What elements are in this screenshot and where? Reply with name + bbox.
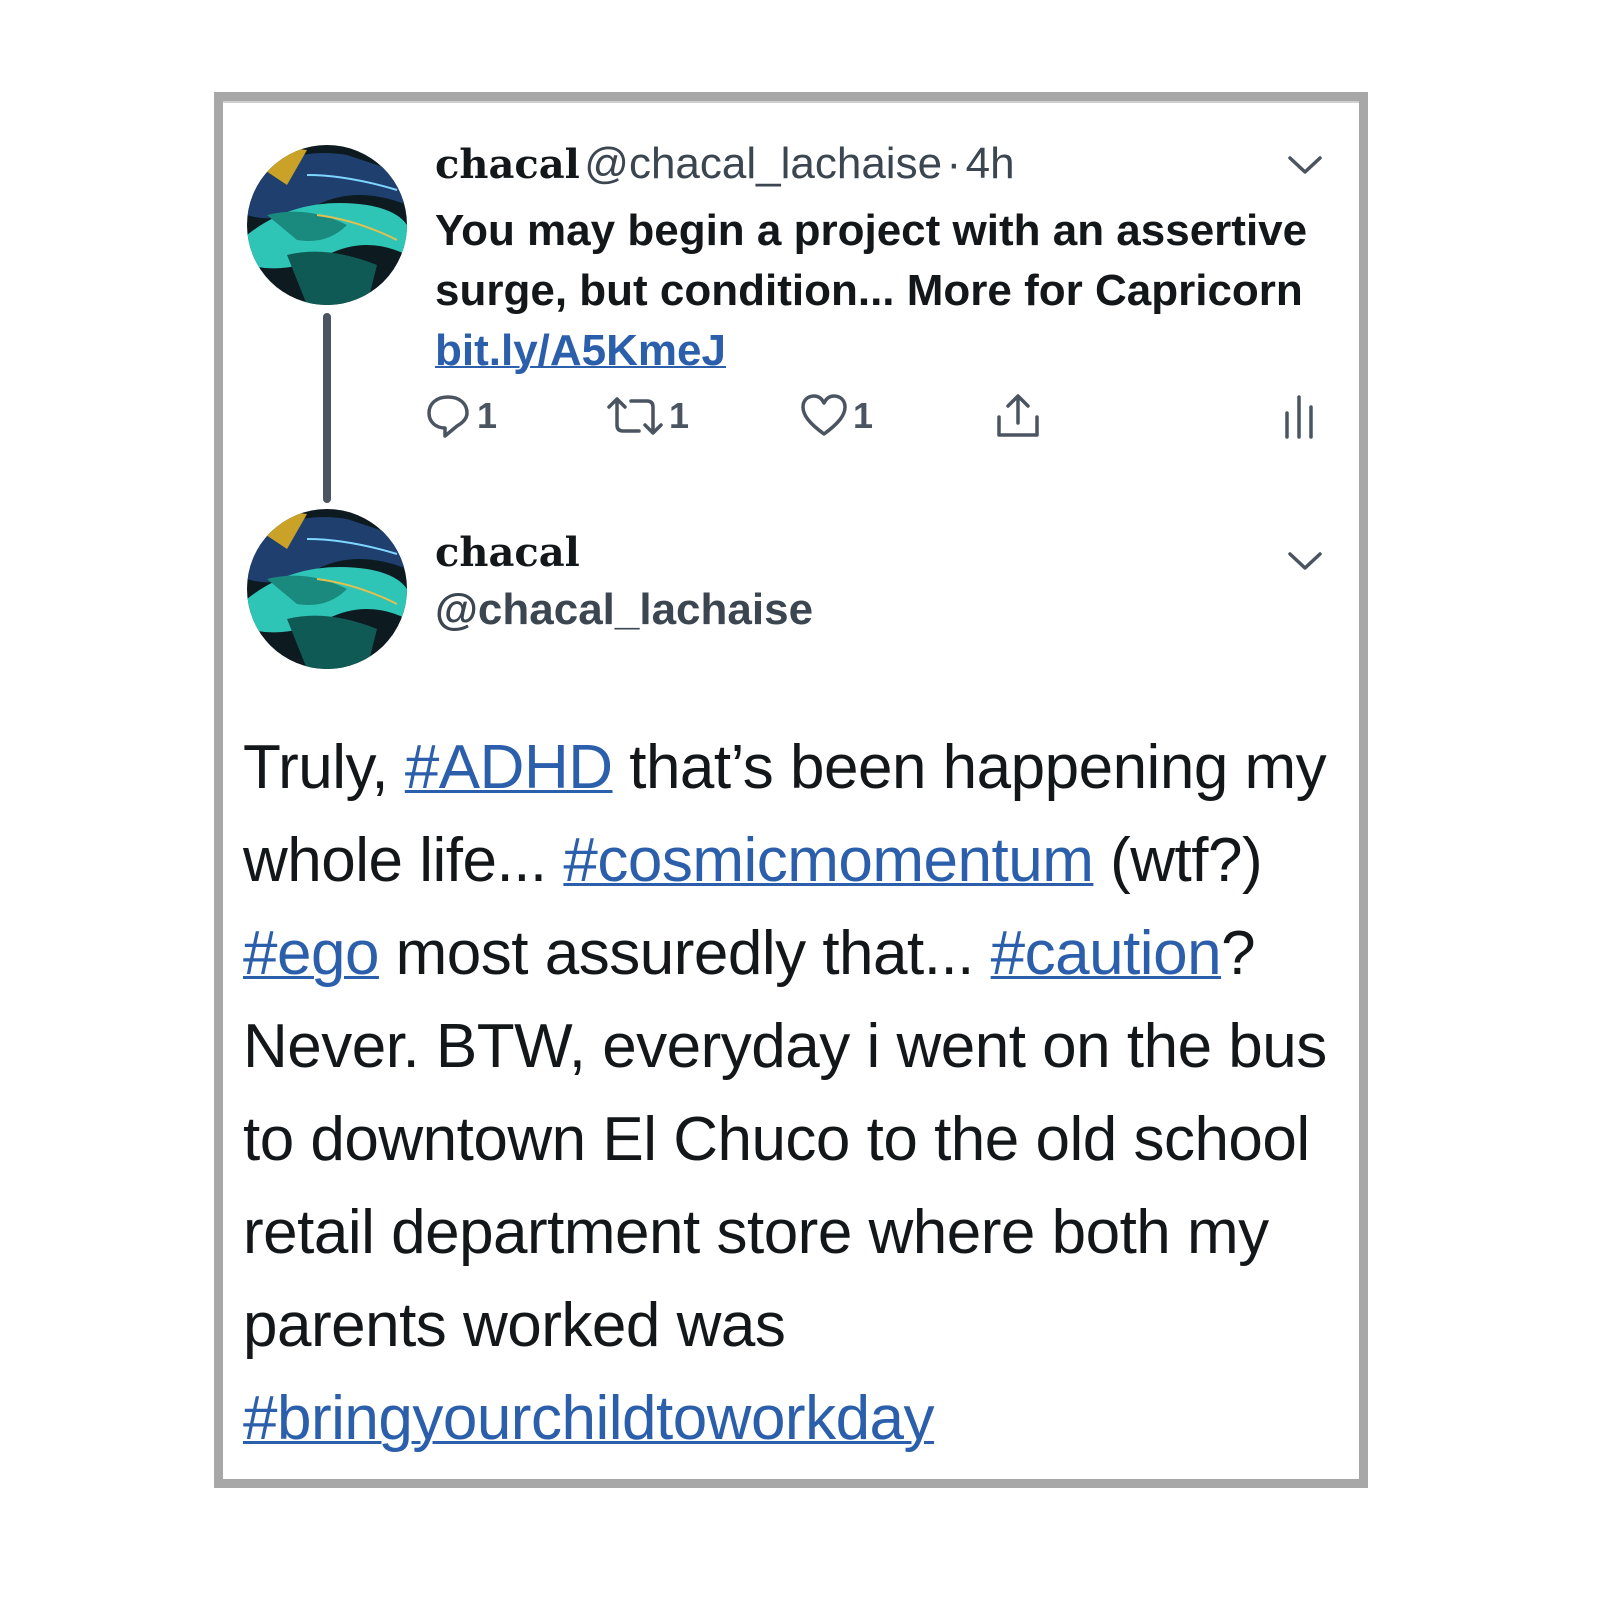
text-segment: (wtf?) (1093, 826, 1263, 895)
display-name[interactable]: chacal (435, 141, 580, 188)
text-segment: Truly, (243, 733, 405, 802)
tweet1-actions: 1 1 1 (423, 391, 1343, 451)
reply-count: 1 (477, 395, 498, 436)
retweet-button[interactable]: 1 (605, 391, 689, 441)
like-button[interactable]: 1 (799, 391, 873, 441)
divider (223, 101, 1359, 103)
hashtag-link[interactable]: #caution (991, 919, 1222, 988)
share-button[interactable] (993, 391, 1043, 441)
hashtag-link[interactable]: #cosmicmomentum (563, 826, 1093, 895)
avatar-image (247, 509, 407, 669)
thread-line (323, 313, 331, 503)
display-name[interactable]: chacal (435, 529, 580, 576)
chevron-down-icon[interactable] (1287, 549, 1323, 573)
share-icon (997, 394, 1039, 437)
heart-icon (801, 394, 847, 436)
handle[interactable]: @chacal_lachaise (584, 139, 942, 188)
tweet1-header: chacal @chacal_lachaise · 4h (435, 139, 1015, 189)
like-count: 1 (853, 395, 874, 436)
hashtag-link[interactable]: #bringyourchildtoworkday (243, 1384, 935, 1453)
avatar-image (247, 145, 407, 305)
text-segment: most assuredly that... (378, 919, 991, 988)
screenshot-frame: chacal @chacal_lachaise · 4h You may beg… (214, 92, 1368, 1488)
avatar[interactable] (247, 145, 407, 305)
reply-icon (427, 395, 469, 438)
analytics-button[interactable] (1279, 391, 1319, 441)
retweet-count: 1 (669, 395, 690, 436)
hashtag-link[interactable]: #ego (243, 919, 379, 988)
tweet1-body: You may begin a project with an assertiv… (435, 206, 1308, 315)
handle[interactable]: @chacal_lachaise (435, 585, 813, 635)
retweet-icon (607, 397, 663, 435)
reply-button[interactable]: 1 (423, 391, 497, 441)
hashtag-link[interactable]: #ADHD (405, 733, 613, 802)
separator: · (946, 139, 962, 188)
avatar[interactable] (247, 509, 407, 669)
tweet2-text: Truly, #ADHD that’s been happening my wh… (243, 721, 1343, 1465)
chevron-down-icon[interactable] (1287, 153, 1323, 177)
tweet1-link[interactable]: bit.ly/A5KmeJ (435, 326, 726, 375)
tweet1-text: You may begin a project with an assertiv… (435, 201, 1335, 381)
timestamp[interactable]: 4h (966, 139, 1015, 188)
analytics-icon (1285, 395, 1313, 439)
